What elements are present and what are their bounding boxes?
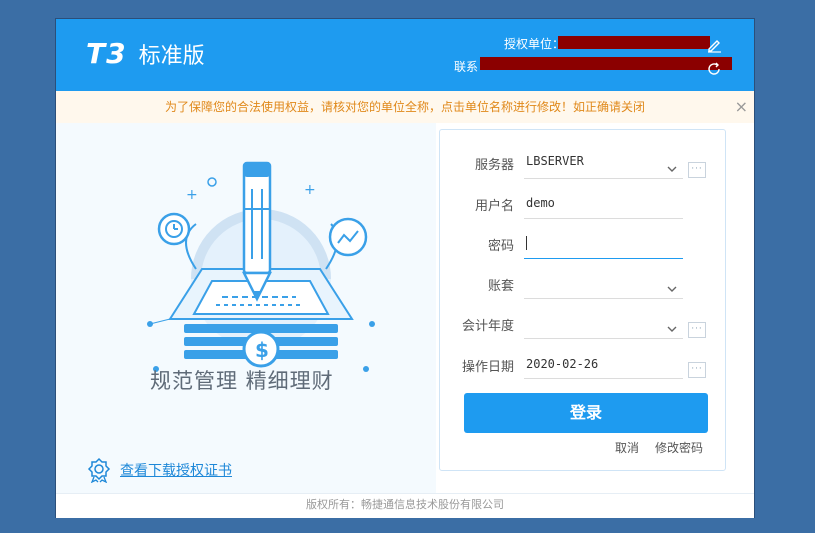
copyright-text: 版权所有：畅捷通信息技术股份有限公司 (306, 498, 504, 511)
product-logo: T3 标准版 (86, 37, 205, 70)
authorized-unit-label: 授权单位： (504, 37, 565, 51)
password-label: 密码 (487, 239, 514, 254)
username-input[interactable]: demo (526, 196, 555, 210)
account-set-underline (524, 298, 683, 299)
password-underline (524, 258, 683, 259)
fiscal-year-more-button[interactable]: ··· (688, 322, 706, 338)
username-label: 用户名 (474, 199, 514, 214)
certificate-badge-icon (87, 457, 111, 483)
svg-text:$: $ (255, 338, 269, 362)
unit-verification-notice: 为了保障您的合法使用权益，请核对您的单位全称，点击单位名称进行修改！如正确请关闭… (56, 91, 754, 123)
logo-edition: 标准版 (138, 44, 205, 69)
slogan: 规范管理 精细理财 (150, 369, 334, 393)
cert-link-row: 查看下载授权证书 (86, 457, 232, 483)
server-label: 服务器 (474, 158, 514, 173)
contact-label: 联系 (454, 60, 479, 74)
login-form: 服务器 LBSERVER ··· 用户名 demo 密码 账套 会计年度 ··· (439, 129, 726, 471)
login-window: T3 标准版 授权单位： 联系 为了保障您的合法使用权益，请核对您的单位全称，点… (55, 18, 755, 518)
operation-date-input[interactable]: 2020-02-26 (526, 357, 598, 371)
account-set-label: 账套 (487, 279, 514, 294)
svg-text:+: + (304, 182, 316, 198)
redacted-unit-name[interactable] (558, 36, 710, 49)
redacted-contact-info (480, 57, 732, 70)
server-select[interactable]: LBSERVER (526, 154, 584, 168)
fiscal-year-underline (524, 338, 683, 339)
change-password-link[interactable]: 修改密码 (655, 439, 703, 456)
operation-date-label: 操作日期 (461, 360, 514, 375)
footer: 版权所有：畅捷通信息技术股份有限公司 (56, 493, 754, 518)
text-cursor (526, 236, 527, 250)
notice-close-icon[interactable]: × (735, 91, 748, 123)
header-bar: T3 标准版 授权单位： 联系 (56, 19, 754, 91)
svg-text:+: + (186, 187, 198, 203)
account-set-chevron-down-icon[interactable] (667, 284, 677, 294)
cancel-link[interactable]: 取消 (615, 439, 639, 456)
download-certificate-link[interactable]: 查看下载授权证书 (120, 460, 232, 480)
pencil-finance-illustration: + + $ (147, 161, 375, 372)
fiscal-year-label: 会计年度 (461, 319, 514, 334)
server-chevron-down-icon[interactable] (667, 164, 677, 174)
login-button[interactable]: 登录 (464, 393, 708, 433)
notice-text: 为了保障您的合法使用权益，请核对您的单位全称，点击单位名称进行修改！如正确请关闭 (164, 100, 645, 114)
logo-brand: T3 (86, 37, 127, 70)
fiscal-year-chevron-down-icon[interactable] (667, 324, 677, 334)
operation-date-more-button[interactable]: ··· (688, 362, 706, 378)
refresh-icon[interactable] (706, 61, 722, 77)
edit-icon[interactable] (706, 37, 722, 53)
username-underline (524, 218, 683, 219)
operation-date-underline (524, 378, 683, 379)
server-more-button[interactable]: ··· (688, 162, 706, 178)
server-underline (524, 178, 683, 179)
